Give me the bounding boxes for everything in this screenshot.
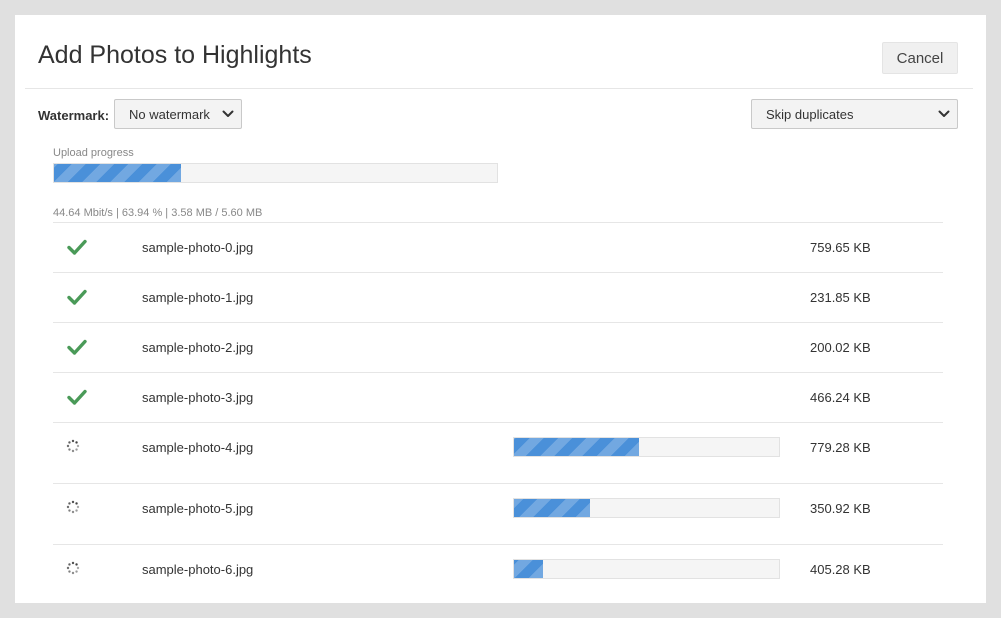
file-name: sample-photo-0.jpg <box>142 240 254 255</box>
check-icon <box>66 287 88 312</box>
watermark-label: Watermark: <box>38 108 110 123</box>
watermark-select[interactable]: No watermark <box>114 99 242 129</box>
file-progress-bar <box>513 437 780 457</box>
chevron-down-icon <box>222 110 234 117</box>
file-progress-bar <box>513 559 780 579</box>
chevron-down-icon <box>938 110 950 117</box>
check-icon <box>66 387 88 412</box>
file-row: sample-photo-1.jpg 231.85 KB <box>53 272 943 322</box>
file-name: sample-photo-6.jpg <box>142 562 254 577</box>
file-progress-fill <box>514 438 639 456</box>
add-photos-dialog: Add Photos to Highlights Cancel Watermar… <box>15 15 986 603</box>
file-progress-fill <box>514 560 544 578</box>
file-name: sample-photo-5.jpg <box>142 501 254 516</box>
check-icon <box>66 337 88 362</box>
file-size: 779.28 KB <box>810 440 871 455</box>
file-row: sample-photo-5.jpg 350.92 KB <box>53 483 943 544</box>
dialog-header: Add Photos to Highlights Cancel <box>15 15 986 88</box>
upload-progress-caption: Upload progress <box>53 147 134 159</box>
header-divider <box>25 88 973 89</box>
watermark-select-value: No watermark <box>129 107 210 122</box>
file-row: sample-photo-3.jpg 466.24 KB <box>53 372 943 422</box>
total-progress-bar <box>53 163 498 183</box>
file-name: sample-photo-4.jpg <box>142 440 254 455</box>
file-size: 759.65 KB <box>810 240 871 255</box>
file-row: sample-photo-4.jpg 779.28 KB <box>53 422 943 483</box>
file-size: 350.92 KB <box>810 501 871 516</box>
upload-stats: 44.64 Mbit/s | 63.94 % | 3.58 MB / 5.60 … <box>53 207 263 219</box>
file-size: 231.85 KB <box>810 290 871 305</box>
file-row: sample-photo-2.jpg 200.02 KB <box>53 322 943 372</box>
total-progress-fill <box>54 164 182 182</box>
file-row: sample-photo-0.jpg 759.65 KB <box>53 222 943 272</box>
file-row: sample-photo-6.jpg 405.28 KB <box>53 544 943 603</box>
dialog-title: Add Photos to Highlights <box>38 41 312 69</box>
check-icon <box>66 237 88 262</box>
file-progress-fill <box>514 499 590 517</box>
file-progress-bar <box>513 498 780 518</box>
spinner-icon <box>66 439 80 458</box>
file-size: 466.24 KB <box>810 390 871 405</box>
file-list: sample-photo-0.jpg 759.65 KB sample-photo-… <box>53 222 943 603</box>
file-size: 200.02 KB <box>810 340 871 355</box>
duplicates-select[interactable]: Skip duplicates <box>751 99 958 129</box>
cancel-button[interactable]: Cancel <box>882 42 958 74</box>
duplicates-select-value: Skip duplicates <box>766 107 854 122</box>
file-name: sample-photo-3.jpg <box>142 390 254 405</box>
spinner-icon <box>66 561 80 580</box>
file-name: sample-photo-1.jpg <box>142 290 254 305</box>
file-size: 405.28 KB <box>810 562 871 577</box>
spinner-icon <box>66 500 80 519</box>
file-name: sample-photo-2.jpg <box>142 340 254 355</box>
